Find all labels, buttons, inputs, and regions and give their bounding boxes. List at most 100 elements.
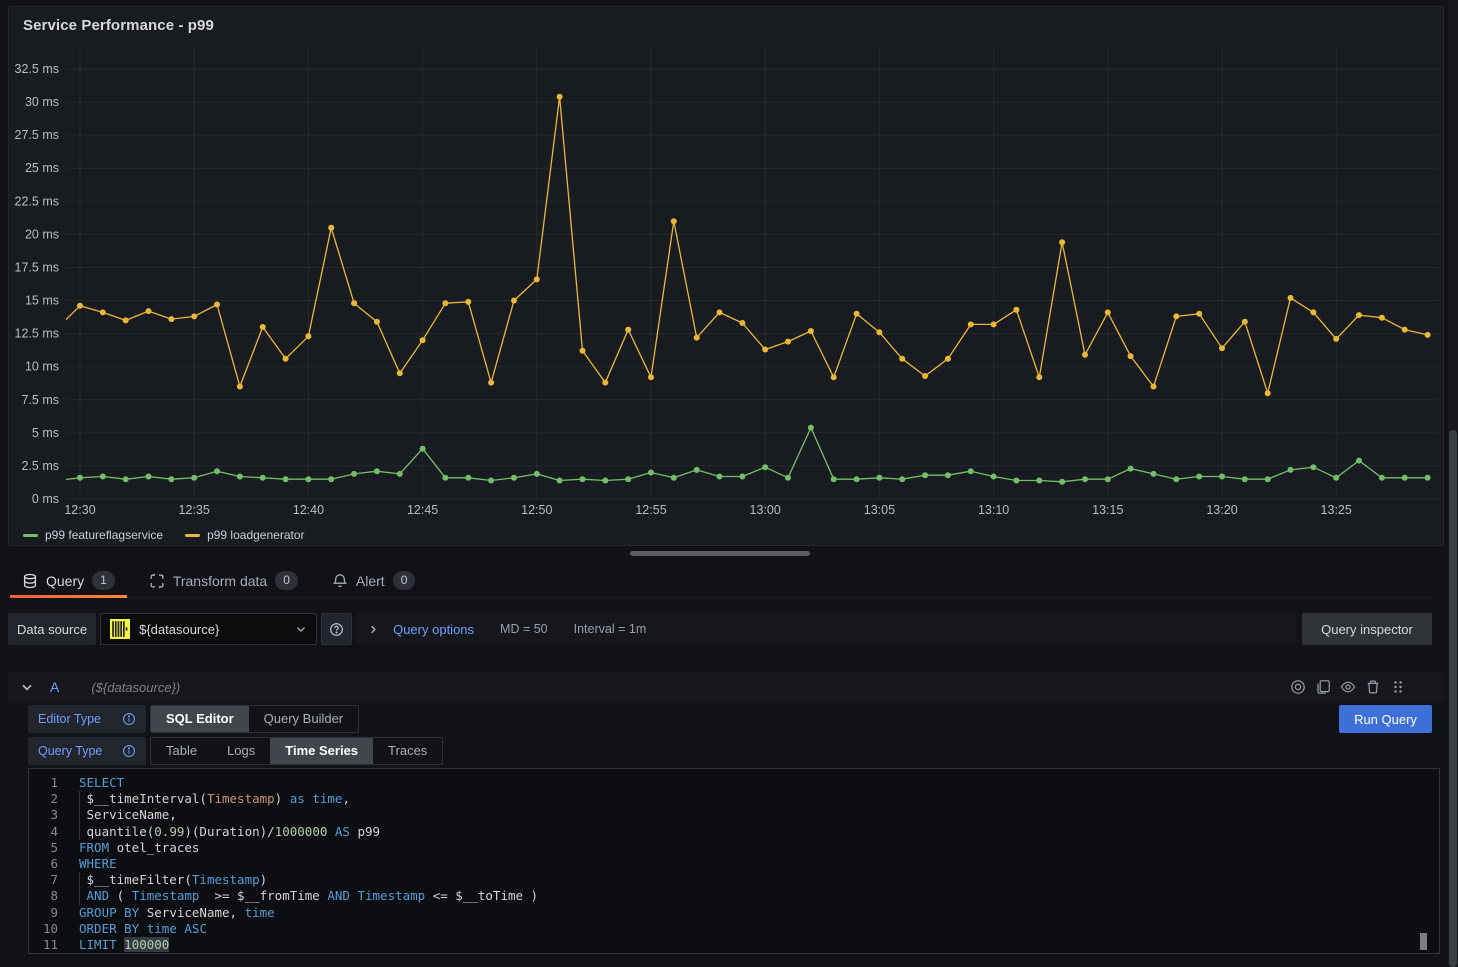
page-scrollbar-thumb[interactable] (1449, 430, 1457, 967)
query-type-label: Query Type (38, 744, 113, 758)
tab-transform-data[interactable]: Transform data 0 (135, 563, 312, 598)
sql-line: 4 quantile(0.99)(Duration)/1000000 AS p9… (29, 824, 1439, 840)
panel-title[interactable]: Service Performance - p99 (23, 17, 214, 34)
timeseries-chart: 0 ms2.5 ms5 ms7.5 ms10 ms12.5 ms15 ms17.… (9, 35, 1443, 517)
query-inspector-button[interactable]: Query inspector (1302, 613, 1432, 645)
chart-legend: p99 featureflagservice p99 loadgenerator (23, 528, 305, 542)
svg-text:13:20: 13:20 (1206, 503, 1237, 517)
line-number: 4 (29, 824, 58, 840)
info-circle-icon[interactable] (122, 712, 136, 726)
tab-label: Alert (356, 573, 385, 589)
editor-type-label: Editor Type (38, 712, 113, 726)
query-type-option-table[interactable]: Table (151, 738, 212, 764)
svg-text:12.5 ms: 12.5 ms (15, 327, 59, 341)
query-type-option-logs[interactable]: Logs (212, 738, 270, 764)
chevron-right-icon (368, 624, 379, 635)
svg-text:17.5 ms: 17.5 ms (15, 260, 59, 274)
question-circle-icon (329, 622, 344, 637)
line-number: 9 (29, 905, 58, 921)
query-actions (1290, 679, 1406, 695)
datasource-label: Data source (8, 613, 96, 645)
sql-line: 7 $__timeFilter(Timestamp) (29, 872, 1439, 888)
record-circle-icon[interactable] (1290, 679, 1306, 695)
datasource-value: ${datasource} (139, 622, 286, 637)
editor-scrollbar-thumb[interactable] (1420, 933, 1427, 950)
bell-icon (332, 573, 348, 589)
svg-text:12:40: 12:40 (293, 503, 324, 517)
svg-text:15 ms: 15 ms (25, 294, 59, 308)
svg-text:5 ms: 5 ms (32, 426, 59, 440)
collapse-query-icon[interactable] (20, 680, 34, 694)
svg-text:7.5 ms: 7.5 ms (21, 393, 59, 407)
datasource-picker[interactable]: ${datasource} (100, 613, 317, 645)
tab-count-badge: 0 (393, 571, 416, 590)
sql-line: 3 ServiceName, (29, 807, 1439, 823)
legend-label: p99 loadgenerator (207, 528, 304, 542)
svg-text:32.5 ms: 32.5 ms (15, 62, 59, 76)
line-number: 1 (29, 775, 58, 791)
svg-text:13:10: 13:10 (978, 503, 1009, 517)
sql-line: 8 AND ( Timestamp >= $__fromTime AND Tim… (29, 888, 1439, 904)
svg-text:0 ms: 0 ms (32, 492, 59, 506)
svg-text:30 ms: 30 ms (25, 95, 59, 109)
horizontal-scrollbar[interactable] (630, 551, 810, 556)
page-scrollbar[interactable] (1448, 0, 1458, 967)
line-number: 6 (29, 856, 58, 872)
remove-query-trash-icon[interactable] (1365, 679, 1381, 695)
tab-count-badge: 1 (92, 571, 115, 590)
datasource-toolbar: Data source ${datasource} Query options … (8, 613, 1432, 645)
query-type-option-traces[interactable]: Traces (373, 738, 442, 764)
sql-code-editor[interactable]: 1SELECT2 $__timeInterval(Timestamp) as t… (28, 768, 1440, 954)
svg-text:12:35: 12:35 (179, 503, 210, 517)
legend-item-loadgenerator[interactable]: p99 loadgenerator (185, 528, 304, 542)
sql-line: 11LIMIT 100000 (29, 937, 1439, 953)
editor-type-option-query-builder[interactable]: Query Builder (249, 706, 358, 732)
tab-count-badge: 0 (275, 571, 298, 590)
legend-item-featureflagservice[interactable]: p99 featureflagservice (23, 528, 163, 542)
svg-text:12:50: 12:50 (521, 503, 552, 517)
svg-text:10 ms: 10 ms (25, 360, 59, 374)
query-options-link[interactable]: Query options (393, 622, 474, 637)
legend-swatch-yellow (185, 534, 200, 537)
query-datasource-hint: (${datasource}) (91, 680, 180, 695)
drag-handle-icon[interactable] (1390, 679, 1406, 695)
svg-text:12:55: 12:55 (635, 503, 666, 517)
sql-line: 2 $__timeInterval(Timestamp) as time, (29, 791, 1439, 807)
tab-label: Query (46, 573, 84, 589)
editor-type-segmented: SQL EditorQuery Builder (150, 705, 359, 733)
line-number: 7 (29, 872, 58, 888)
svg-text:13:05: 13:05 (864, 503, 895, 517)
info-circle-icon[interactable] (122, 744, 136, 758)
interval-stat: Interval = 1m (574, 622, 647, 636)
sql-line: 5FROM otel_traces (29, 840, 1439, 856)
query-row-header[interactable]: A (${datasource}) (8, 672, 1444, 702)
line-number: 5 (29, 840, 58, 856)
duplicate-query-icon[interactable] (1315, 679, 1331, 695)
sql-line: 6WHERE (29, 856, 1439, 872)
database-icon (22, 573, 38, 589)
svg-text:12:30: 12:30 (64, 503, 95, 517)
svg-text:13:15: 13:15 (1092, 503, 1123, 517)
editor-type-option-sql-editor[interactable]: SQL Editor (151, 706, 249, 732)
hide-response-eye-icon[interactable] (1340, 679, 1356, 695)
svg-text:13:25: 13:25 (1321, 503, 1352, 517)
query-type-segmented: TableLogsTime SeriesTraces (150, 737, 443, 765)
editor-type-row: Editor Type SQL EditorQuery Builder (28, 705, 359, 733)
legend-label: p99 featureflagservice (45, 528, 163, 542)
svg-text:12:45: 12:45 (407, 503, 438, 517)
query-type-option-time-series[interactable]: Time Series (270, 738, 373, 764)
svg-text:25 ms: 25 ms (25, 161, 59, 175)
max-data-points-stat: MD = 50 (500, 622, 548, 636)
query-ref-id[interactable]: A (50, 679, 59, 695)
editor-type-chip: Editor Type (28, 705, 146, 733)
query-type-row: Query Type TableLogsTime SeriesTraces (28, 737, 443, 765)
tab-label: Transform data (173, 573, 267, 589)
line-number: 3 (29, 807, 58, 823)
tab-query[interactable]: Query 1 (8, 563, 129, 598)
query-options-row[interactable]: Query options MD = 50 Interval = 1m (356, 613, 1296, 645)
tab-alert[interactable]: Alert 0 (318, 563, 429, 598)
run-query-button[interactable]: Run Query (1339, 705, 1432, 733)
line-number: 8 (29, 888, 58, 904)
timeseries-panel: Service Performance - p99 0 ms2.5 ms5 ms… (8, 6, 1444, 546)
datasource-help-button[interactable] (321, 613, 352, 645)
